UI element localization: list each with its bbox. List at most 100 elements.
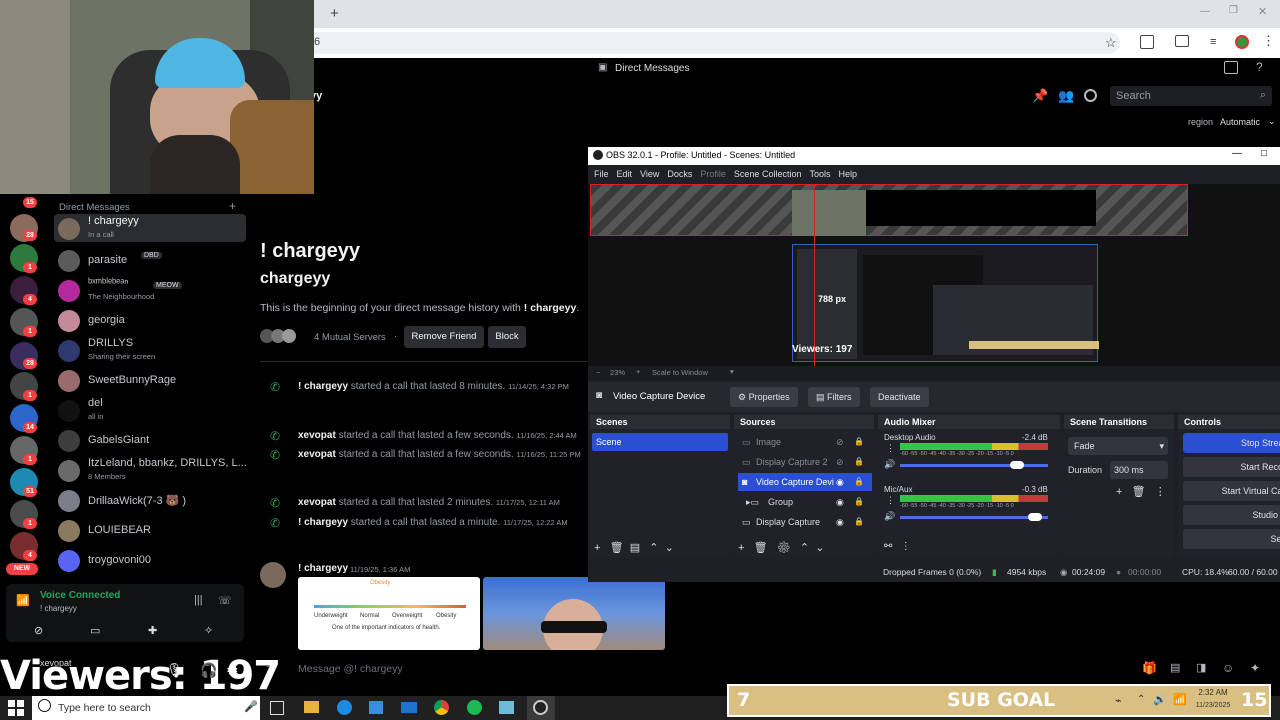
move-down-icon[interactable]: ⌄: [815, 542, 824, 554]
studio-mode-button[interactable]: Studio Mode: [1183, 505, 1280, 525]
volume-slider[interactable]: [900, 464, 1048, 467]
mutual-servers[interactable]: 4 Mutual Servers: [314, 332, 386, 343]
voice-channel[interactable]: ! chargeyy: [40, 604, 77, 613]
menu-file[interactable]: File: [594, 169, 609, 179]
scale-select[interactable]: Scale to Window: [652, 368, 708, 377]
dm-item[interactable]: ᵇˣᵐᵇˡᵉᵇᵉᵃⁿ MEOW The Neighbourhood: [54, 276, 246, 304]
event-user[interactable]: ! chargeyy: [298, 381, 348, 392]
bmi-image[interactable]: Obesity Underweight Normal Overweight Ob…: [298, 577, 480, 650]
message-avatar[interactable]: [260, 562, 286, 588]
message-author[interactable]: ! chargeyy: [298, 563, 348, 574]
media-icon[interactable]: ≡: [1210, 36, 1216, 48]
transition-select[interactable]: Fade ▾: [1068, 437, 1168, 455]
screen-share-icon[interactable]: ▭: [90, 624, 100, 637]
sticker-icon[interactable]: ◨: [1196, 661, 1206, 674]
extensions-icon[interactable]: [1140, 35, 1154, 49]
minimize-icon[interactable]: —: [1232, 148, 1242, 159]
network-icon[interactable]: ⌁: [1115, 694, 1122, 707]
dm-item[interactable]: GabelsGiant: [54, 426, 246, 454]
app-icon[interactable]: [499, 701, 514, 714]
file-explorer-icon[interactable]: [304, 701, 319, 713]
start-virtual-camera-button[interactable]: Start Virtual Camera: [1183, 481, 1280, 501]
restore-icon[interactable]: ❐: [1229, 5, 1238, 16]
obs-taskbar-item[interactable]: [527, 696, 555, 720]
menu-scene-collection[interactable]: Scene Collection: [734, 169, 802, 179]
apps-icon[interactable]: ✦: [1250, 661, 1260, 675]
block-button[interactable]: Block: [488, 326, 526, 348]
visibility-icon[interactable]: ⊘: [836, 453, 844, 471]
activities-icon[interactable]: ✚: [148, 624, 157, 637]
dm-item[interactable]: del all in: [54, 396, 246, 424]
camera-off-icon[interactable]: ⊘: [34, 624, 43, 637]
event-user[interactable]: ! chargeyy: [298, 517, 348, 528]
search-input[interactable]: Search ⌕: [1110, 86, 1272, 106]
maximize-icon[interactable]: □: [1261, 148, 1267, 159]
more-icon[interactable]: ⋮: [1155, 486, 1166, 498]
chevron-down-icon[interactable]: ▾: [730, 367, 734, 376]
disconnect-icon[interactable]: ☏: [218, 594, 232, 607]
spotify-icon[interactable]: [467, 700, 482, 715]
stop-streaming-button[interactable]: Stop Streaming: [1183, 433, 1280, 453]
close-icon[interactable]: ✕: [1258, 5, 1267, 18]
new-tab-button[interactable]: +: [330, 5, 339, 22]
dm-item[interactable]: ! chargeyy In a call: [54, 214, 246, 242]
soundboard-icon[interactable]: ✧: [204, 624, 213, 637]
selfie-image[interactable]: [483, 577, 665, 650]
event-user[interactable]: xevopat: [298, 449, 336, 460]
chrome-icon[interactable]: [434, 700, 449, 715]
filters-button[interactable]: ▤ Filters: [808, 387, 860, 407]
visibility-icon[interactable]: ◉: [836, 513, 844, 531]
lock-icon[interactable]: 🔒: [854, 433, 864, 451]
event-user[interactable]: xevopat: [298, 430, 336, 441]
headphones-icon[interactable]: 🎧: [200, 662, 217, 679]
scene-item[interactable]: Scene: [592, 433, 728, 451]
more-icon[interactable]: ⋮: [886, 443, 895, 454]
mail-icon[interactable]: [401, 702, 417, 713]
gear-icon[interactable]: ⚙: [777, 542, 791, 554]
chrome-menu-icon[interactable]: ⋮: [1262, 33, 1275, 49]
menu-tools[interactable]: Tools: [809, 169, 830, 179]
gif-icon[interactable]: ▤: [1170, 661, 1180, 674]
add-icon[interactable]: +: [594, 542, 600, 554]
source-item[interactable]: ◙ Video Capture Devi ◉ 🔒: [738, 473, 872, 491]
volume-slider[interactable]: [900, 516, 1048, 519]
properties-button[interactable]: ⚙ Properties: [730, 387, 798, 407]
clock-date[interactable]: 11/23/2025: [1191, 702, 1235, 709]
source-item[interactable]: ▸▭ Group ◉ 🔒: [738, 493, 872, 511]
inbox-icon[interactable]: [1224, 61, 1238, 74]
minimize-icon[interactable]: —: [1200, 6, 1210, 17]
source-item[interactable]: ▭ Display Capture ◉ 🔒: [738, 513, 872, 531]
dm-item[interactable]: parasite DBD: [54, 246, 246, 274]
zoom-out-icon[interactable]: −: [596, 368, 600, 377]
filter-icon[interactable]: ▤: [630, 542, 640, 554]
event-user[interactable]: xevopat: [298, 497, 336, 508]
add-dm-button[interactable]: +: [229, 199, 236, 213]
lock-icon[interactable]: 🔒: [854, 473, 864, 491]
tray-icon[interactable]: ⌃: [1137, 694, 1145, 705]
menu-profile[interactable]: Profile: [700, 169, 726, 179]
volume-icon[interactable]: 🔊: [884, 511, 895, 522]
lock-icon[interactable]: 🔒: [854, 513, 864, 531]
trash-icon[interactable]: 🗑: [754, 542, 768, 554]
dm-item[interactable]: georgia: [54, 306, 246, 334]
dm-item[interactable]: ItzLeland, bbankz, DRILLYS, L... 8 Member…: [54, 456, 247, 484]
deactivate-button[interactable]: Deactivate: [870, 387, 929, 407]
clock-time[interactable]: 2:32 AM: [1194, 688, 1232, 697]
source-item[interactable]: ▭ Image ⊘ 🔒: [738, 433, 872, 451]
visibility-icon[interactable]: ⊘: [836, 433, 844, 451]
profile-icon[interactable]: [1084, 89, 1097, 102]
start-recording-button[interactable]: Start Recording: [1183, 457, 1280, 477]
gift-icon[interactable]: 🎁: [1142, 661, 1157, 675]
menu-edit[interactable]: Edit: [617, 169, 633, 179]
menu-docks[interactable]: Docks: [667, 169, 692, 179]
more-icon[interactable]: ⋮: [886, 495, 895, 506]
pin-icon[interactable]: 📌: [1032, 88, 1048, 104]
more-icon[interactable]: ⋮: [901, 541, 911, 552]
dm-item[interactable]: troygovoni00: [54, 546, 246, 574]
windows-start-icon[interactable]: [8, 700, 24, 716]
lock-icon[interactable]: 🔒: [854, 493, 864, 511]
trash-icon[interactable]: 🗑: [610, 542, 624, 554]
obs-preview[interactable]: 788 px Viewers: 197: [588, 184, 1280, 366]
visibility-icon[interactable]: ◉: [836, 473, 844, 491]
move-up-icon[interactable]: ⌃: [800, 542, 809, 554]
